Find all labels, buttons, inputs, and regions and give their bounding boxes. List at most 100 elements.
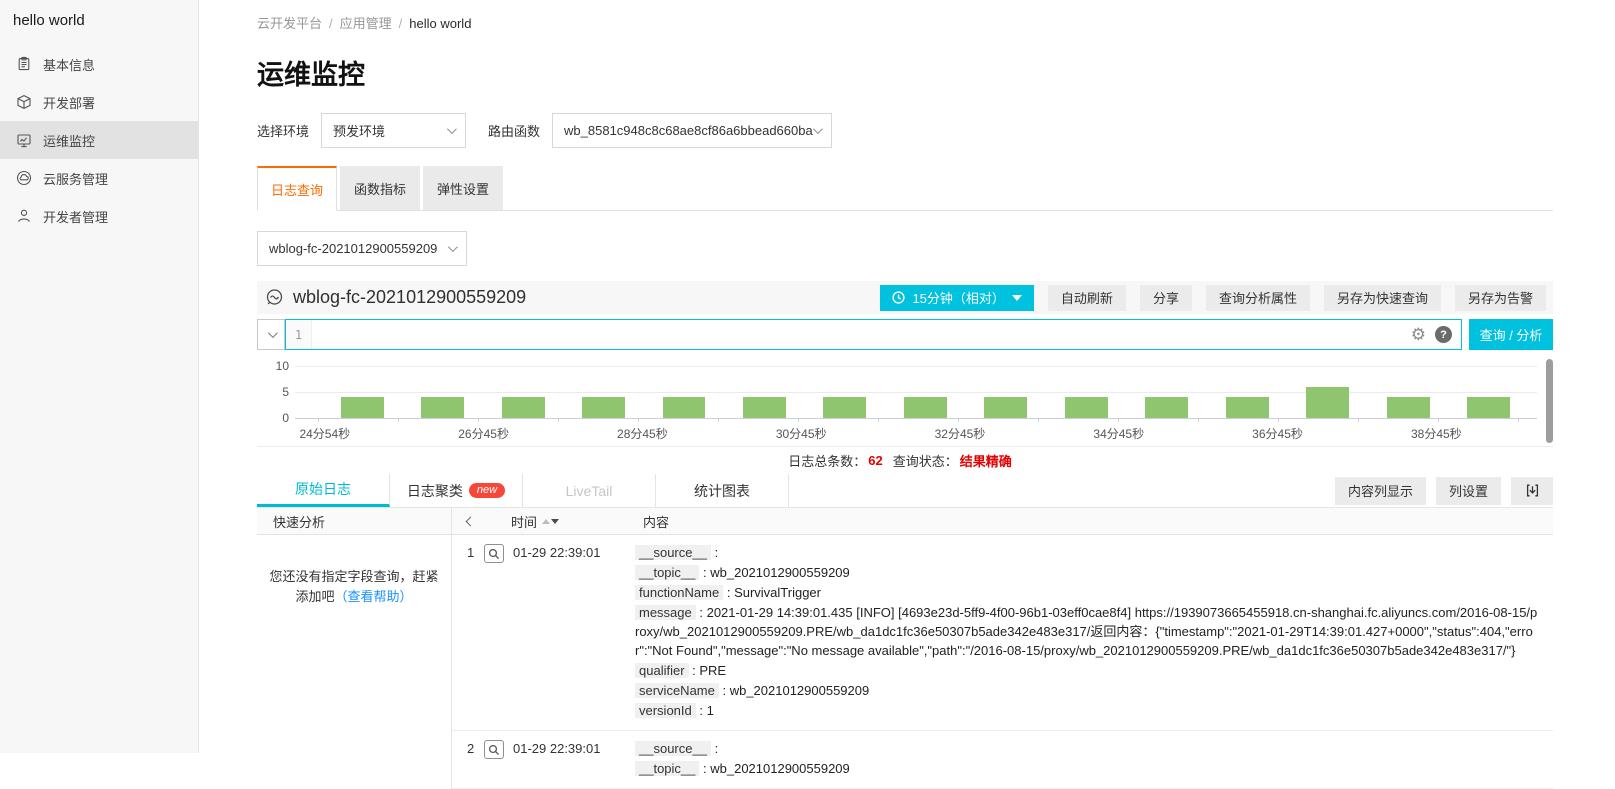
query-editor[interactable]: 1 ⚙ ?: [285, 319, 1462, 350]
log-field-key[interactable]: qualifier: [635, 663, 689, 678]
action-button-分享[interactable]: 分享: [1140, 285, 1192, 311]
row-detail-button[interactable]: [484, 740, 504, 759]
time-column-header[interactable]: 时间: [511, 512, 559, 531]
quick-analysis-help-link[interactable]: （查看帮助）: [335, 589, 413, 604]
monitor-icon: [16, 132, 32, 148]
chevron-down-icon: [447, 124, 457, 134]
sort-asc-icon[interactable]: [542, 519, 550, 524]
vertical-scrollbar-thumb[interactable]: [1546, 359, 1553, 443]
histogram-bar[interactable]: [502, 397, 545, 418]
log-field-value: 2021-01-29 14:39:01.435 [INFO] [4693e23d…: [635, 605, 1537, 658]
sidebar-item-cloud-service[interactable]: 云服务管理: [0, 159, 198, 197]
action-button-查询分析属性[interactable]: 查询分析属性: [1206, 285, 1310, 311]
sort-desc-icon[interactable]: [551, 519, 559, 524]
tab-日志查询[interactable]: 日志查询: [257, 166, 337, 211]
log-field-key[interactable]: serviceName: [635, 683, 719, 698]
help-icon[interactable]: ?: [1435, 326, 1452, 343]
search-analyze-button[interactable]: 查询 / 分析: [1469, 319, 1553, 350]
logstore-icon: [265, 288, 284, 307]
histogram-bar[interactable]: [421, 397, 464, 418]
action-button-另存为告警[interactable]: 另存为告警: [1455, 285, 1546, 311]
chevron-left-icon[interactable]: [466, 516, 476, 526]
breadcrumb-item[interactable]: 应用管理: [340, 16, 392, 31]
result-tab-日志聚类[interactable]: 日志聚类new: [390, 474, 523, 507]
download-button[interactable]: [1511, 477, 1553, 505]
histogram-bar[interactable]: [743, 397, 786, 418]
log-field-separator: :: [699, 565, 710, 580]
result-tab-LiveTail[interactable]: LiveTail: [523, 474, 656, 507]
histogram-plot-area[interactable]: 051024分54秒26分45秒28分45秒30分45秒32分45秒34分45秒…: [295, 366, 1537, 419]
log-field: serviceName : wb_2021012900559209: [635, 681, 1539, 700]
histogram-bar[interactable]: [1145, 397, 1188, 418]
histogram-bar[interactable]: [1226, 397, 1269, 418]
row-index: 1: [467, 545, 475, 560]
histogram-bar[interactable]: [1306, 387, 1349, 418]
chevron-down-icon: [267, 328, 277, 338]
x-axis-tick: [638, 418, 639, 422]
editor-line-number: 1: [286, 320, 312, 349]
route-function-select[interactable]: wb_8581c948c8c68ae8cf86a6bbead660ba: [552, 113, 832, 148]
result-tab-统计图表[interactable]: 统计图表: [656, 474, 789, 507]
query-status-row: 日志总条数： 62 查询状态： 结果精确: [257, 447, 1553, 474]
histogram-bar[interactable]: [582, 397, 625, 418]
x-axis-tick: [958, 418, 959, 422]
time-range-button[interactable]: 15分钟（相对）: [880, 285, 1033, 311]
log-field-key[interactable]: __source__: [635, 741, 711, 756]
result-action-内容列显示[interactable]: 内容列显示: [1335, 477, 1426, 505]
histogram-bar[interactable]: [823, 397, 866, 418]
x-axis-tick-label: 30分45秒: [776, 425, 827, 442]
log-field-value: 1: [707, 703, 714, 718]
sidebar-item-monitoring[interactable]: 运维监控: [0, 121, 198, 159]
histogram-bar[interactable]: [1467, 397, 1510, 418]
log-field-separator: :: [711, 545, 718, 560]
sidebar-item-basic-info[interactable]: 基本信息: [0, 45, 198, 83]
x-axis-tick: [318, 418, 319, 422]
x-axis-tick: [1358, 418, 1359, 422]
result-tab-label: 统计图表: [694, 481, 750, 501]
action-button-自动刷新[interactable]: 自动刷新: [1048, 285, 1126, 311]
result-tab-label: 原始日志: [295, 479, 351, 499]
log-field-key[interactable]: message: [635, 605, 696, 620]
x-axis-tick: [1198, 418, 1199, 422]
sidebar-item-deploy[interactable]: 开发部署: [0, 83, 198, 121]
gear-icon[interactable]: ⚙: [1411, 326, 1426, 343]
log-panel-actions: 自动刷新分享查询分析属性另存为快速查询另存为告警: [1034, 285, 1546, 311]
log-field: __source__ :: [635, 543, 1539, 562]
env-select-label: 选择环境: [257, 121, 309, 140]
histogram-bar[interactable]: [341, 397, 384, 418]
deploy-cube-icon: [16, 94, 32, 110]
log-field-key[interactable]: versionId: [635, 703, 696, 718]
cloud-service-icon: [16, 170, 32, 186]
tab-弹性设置[interactable]: 弹性设置: [423, 166, 503, 210]
histogram-bar[interactable]: [984, 397, 1027, 418]
histogram-bar[interactable]: [663, 397, 706, 418]
histogram-bar[interactable]: [1387, 397, 1430, 418]
histogram-bar[interactable]: [904, 397, 947, 418]
log-field-key[interactable]: __source__: [635, 545, 711, 560]
logstore-select[interactable]: wblog-fc-2021012900559209: [257, 231, 467, 266]
log-field-value: wb_2021012900559209: [730, 683, 870, 698]
log-field-key[interactable]: functionName: [635, 585, 723, 600]
result-tab-原始日志[interactable]: 原始日志: [257, 474, 390, 507]
x-axis-tick-label: 36分45秒: [1252, 425, 1303, 442]
breadcrumb-item[interactable]: 云开发平台: [257, 16, 322, 31]
env-select-value: 预发环境: [333, 121, 385, 140]
row-detail-button[interactable]: [484, 544, 504, 563]
chevron-down-icon: [448, 242, 458, 252]
sidebar-item-developer[interactable]: 开发者管理: [0, 197, 198, 235]
x-axis-tick: [1438, 418, 1439, 422]
action-button-另存为快速查询[interactable]: 另存为快速查询: [1324, 285, 1441, 311]
log-field: __topic__ : wb_2021012900559209: [635, 563, 1539, 582]
x-axis-tick-label: 24分54秒: [299, 425, 350, 442]
log-field-separator: :: [696, 703, 707, 718]
x-axis-tick-label: 28分45秒: [617, 425, 668, 442]
log-field-key[interactable]: __topic__: [635, 565, 699, 580]
logstore-title: wblog-fc-2021012900559209: [265, 287, 880, 308]
histogram-bar[interactable]: [1065, 397, 1108, 418]
env-select[interactable]: 预发环境: [321, 113, 466, 148]
query-collapse-button[interactable]: [257, 319, 285, 350]
sort-icons: [542, 519, 559, 524]
log-field-key[interactable]: __topic__: [635, 761, 699, 776]
result-action-列设置[interactable]: 列设置: [1436, 477, 1501, 505]
tab-函数指标[interactable]: 函数指标: [340, 166, 420, 210]
